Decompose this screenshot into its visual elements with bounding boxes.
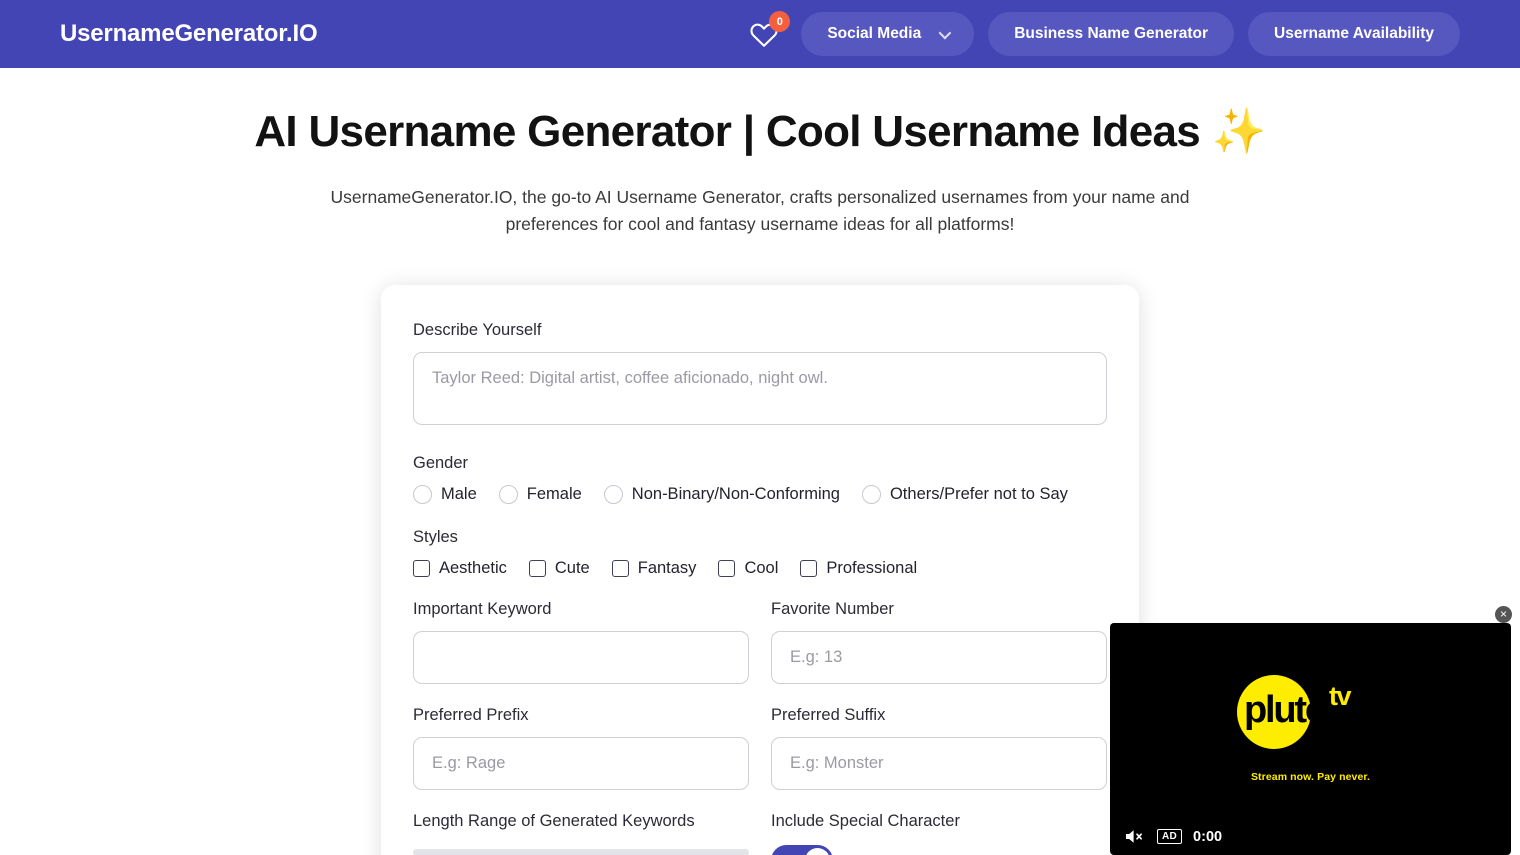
pluto-tv-logo: pluto tv (1237, 675, 1384, 749)
gender-option-label: Female (526, 485, 582, 504)
style-option-cool[interactable]: Cool (718, 559, 778, 578)
special-character-group: Include Special Character (771, 812, 1107, 855)
style-option-fantasy[interactable]: Fantasy (611, 559, 697, 578)
pluto-wordmark: pluto (1244, 689, 1328, 731)
gender-option-label: Others/Prefer not to Say (889, 485, 1068, 504)
style-option-professional[interactable]: Professional (800, 559, 917, 578)
ad-creative: pluto tv Stream now. Pay never. (1110, 675, 1511, 783)
favorite-number-input[interactable] (771, 631, 1107, 685)
favorites-count-badge: 0 (769, 11, 791, 32)
style-option-label: Aesthetic (439, 559, 507, 578)
slider-track[interactable] (413, 849, 749, 855)
describe-yourself-label: Describe Yourself (413, 321, 542, 340)
length-range-label: Length Range of Generated Keywords (413, 812, 695, 831)
favorites-button[interactable]: 0 (747, 11, 791, 51)
gender-option-other[interactable]: Others/Prefer not to Say (861, 485, 1068, 505)
style-option-aesthetic[interactable]: Aesthetic (413, 559, 507, 578)
generator-form-card: Describe Yourself Gender Male Female Non… (381, 285, 1139, 855)
favorite-number-label: Favorite Number (771, 600, 894, 619)
radio-icon[interactable] (861, 485, 881, 505)
preferred-suffix-input[interactable] (771, 737, 1107, 791)
styles-group: Styles Aesthetic Cute Fantasy Cool Profe… (413, 528, 1107, 578)
toggle-knob (805, 848, 830, 855)
ad-controls-bar: AD 0:00 (1124, 828, 1222, 845)
preferred-suffix-label: Preferred Suffix (771, 706, 886, 725)
page-title: AI Username Generator | Cool Username Id… (0, 106, 1520, 158)
style-option-label: Fantasy (637, 559, 697, 578)
gender-option-female[interactable]: Female (498, 485, 582, 505)
checkbox-icon[interactable] (528, 560, 546, 578)
nav-username-availability[interactable]: Username Availability (1248, 12, 1460, 56)
top-navbar: UsernameGenerator.IO 0 Social Media Busi… (0, 0, 1520, 68)
describe-yourself-input[interactable] (413, 352, 1107, 426)
gender-option-non-binary[interactable]: Non-Binary/Non-Conforming (603, 485, 840, 505)
pluto-tv-suffix: tv (1329, 681, 1352, 711)
gender-option-label: Male (441, 485, 477, 504)
style-option-cute[interactable]: Cute (528, 559, 590, 578)
preferred-prefix-input[interactable] (413, 737, 749, 791)
video-ad-overlay[interactable]: pluto tv Stream now. Pay never. AD 0:00 (1110, 623, 1511, 855)
ad-close-button[interactable]: × (1495, 606, 1512, 623)
ad-timer: 0:00 (1193, 828, 1223, 845)
style-option-label: Cool (744, 559, 779, 578)
nav-social-media-label: Social Media (827, 25, 922, 42)
nav-social-media-dropdown[interactable]: Social Media (801, 12, 975, 56)
nav-business-name-generator[interactable]: Business Name Generator (988, 12, 1235, 56)
gender-group: Gender Male Female Non-Binary/Non-Confor… (413, 454, 1107, 505)
checkbox-icon[interactable] (611, 560, 629, 578)
page-subtitle: UsernameGenerator.IO, the go-to AI Usern… (330, 186, 1190, 234)
length-special-row: Length Range of Generated Keywords Inclu… (413, 812, 1107, 855)
gender-option-male[interactable]: Male (413, 485, 477, 505)
style-option-label: Cute (554, 559, 590, 578)
ad-tagline: Stream now. Pay never. (1250, 771, 1371, 783)
checkbox-icon[interactable] (800, 560, 818, 578)
style-option-label: Professional (826, 559, 918, 578)
length-range-slider[interactable] (413, 849, 749, 855)
special-character-toggle-wrap (771, 845, 1107, 855)
styles-label: Styles (413, 528, 458, 547)
navbar-actions: 0 Social Media Business Name Generator U… (747, 11, 1460, 56)
radio-icon[interactable] (603, 485, 623, 505)
gender-options: Male Female Non-Binary/Non-Conforming Ot… (413, 485, 1107, 505)
special-character-label: Include Special Character (771, 812, 960, 831)
speaker-muted-icon[interactable] (1124, 828, 1146, 845)
nav-username-availability-label: Username Availability (1274, 25, 1434, 42)
styles-options: Aesthetic Cute Fantasy Cool Professional (413, 559, 1107, 578)
important-keyword-input[interactable] (413, 631, 749, 685)
radio-icon[interactable] (413, 485, 432, 505)
checkbox-icon[interactable] (413, 560, 430, 578)
prefix-suffix-row: Preferred Prefix Preferred Suffix (413, 706, 1107, 791)
site-logo[interactable]: UsernameGenerator.IO (60, 20, 318, 48)
keyword-number-row: Important Keyword Favorite Number (413, 600, 1107, 685)
length-range-group: Length Range of Generated Keywords (413, 812, 749, 855)
special-character-toggle[interactable] (771, 845, 833, 855)
important-keyword-group: Important Keyword (413, 600, 749, 685)
preferred-prefix-label: Preferred Prefix (413, 706, 529, 725)
ad-badge: AD (1157, 829, 1183, 844)
radio-icon[interactable] (498, 485, 518, 505)
hero-section: AI Username Generator | Cool Username Id… (0, 68, 1520, 237)
sparkles-icon: ✨ (1211, 107, 1267, 156)
important-keyword-label: Important Keyword (413, 600, 552, 619)
nav-business-name-label: Business Name Generator (1014, 25, 1209, 42)
gender-option-label: Non-Binary/Non-Conforming (631, 485, 840, 504)
preferred-suffix-group: Preferred Suffix (771, 706, 1107, 791)
preferred-prefix-group: Preferred Prefix (413, 706, 749, 791)
favorite-number-group: Favorite Number (771, 600, 1107, 685)
page-title-text: AI Username Generator | Cool Username Id… (254, 107, 1201, 156)
describe-yourself-group: Describe Yourself (413, 321, 1107, 430)
chevron-down-icon (938, 26, 952, 39)
gender-label: Gender (413, 454, 469, 473)
checkbox-icon[interactable] (718, 560, 736, 578)
